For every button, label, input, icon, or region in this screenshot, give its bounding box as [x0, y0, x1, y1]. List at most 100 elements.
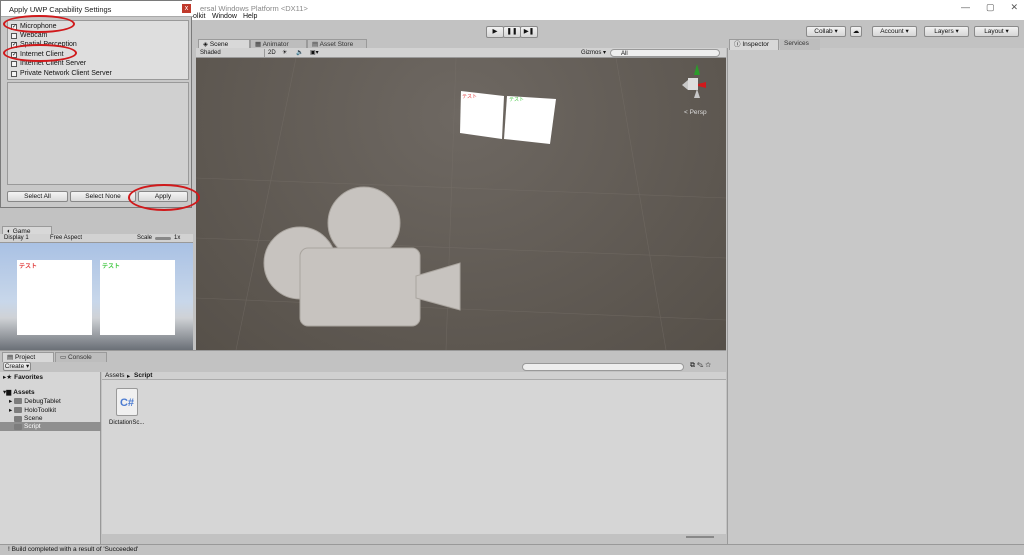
tree-assets[interactable]: ▾▆ Assets: [3, 388, 35, 397]
tree-folder-script[interactable]: Script: [14, 423, 41, 430]
inspector-panel: [727, 48, 1024, 544]
window-title: ersal Windows Platform <DX11>: [200, 4, 308, 13]
game-card-label-green: テスト: [102, 264, 121, 270]
breadcrumb-separator-icon: ▸: [127, 373, 131, 380]
layers-label: Layers: [934, 28, 954, 35]
scale-label: Scale: [137, 235, 153, 241]
tree-folder-scene[interactable]: Scene: [14, 415, 42, 422]
star-icon: ▸★: [3, 374, 13, 381]
tab-console-label: Console: [67, 354, 92, 361]
dialog-log-area: [7, 82, 189, 185]
game-viewport[interactable]: テスト テスト: [0, 243, 193, 350]
tab-animator-label: Animator: [262, 41, 289, 48]
display-dropdown[interactable]: Display 1: [4, 235, 29, 241]
menu-help[interactable]: Help: [243, 13, 257, 20]
collab-button[interactable]: Collab ▾: [806, 26, 846, 37]
status-message[interactable]: Build completed with a result of 'Succee…: [12, 546, 139, 553]
scene-text-panel-right[interactable]: [504, 96, 556, 144]
maximize-icon[interactable]: ▢: [986, 2, 995, 13]
capability-label: Webcam: [20, 32, 48, 39]
camera-gizmo-icon[interactable]: [263, 186, 461, 327]
orientation-gizmo-icon[interactable]: [682, 64, 706, 98]
scale-slider[interactable]: [155, 237, 171, 240]
project-search-input[interactable]: [522, 363, 684, 371]
capability-private-network[interactable]: Private Network Client Server: [11, 69, 112, 78]
audio-icon[interactable]: 🔈: [296, 49, 303, 57]
layout-dropdown[interactable]: Layout ▾: [974, 26, 1019, 37]
minimize-icon[interactable]: —: [961, 2, 970, 13]
project-tabbar: [0, 350, 726, 362]
gizmos-dropdown[interactable]: Gizmos ▾: [581, 49, 606, 57]
tab-scene-label: Scene: [209, 41, 229, 48]
effects-icon[interactable]: ▣▾: [310, 49, 319, 57]
game-card-left: テスト: [17, 260, 92, 335]
scene-search-input[interactable]: All: [610, 49, 720, 57]
folder-label: HoloToolkit: [24, 406, 57, 414]
breadcrumb-root[interactable]: Assets: [105, 372, 125, 379]
layout-label: Layout: [984, 28, 1004, 35]
checkbox-icon[interactable]: [11, 70, 17, 77]
project-file-area: C# DictationSc...: [102, 380, 726, 538]
scale-value: 1x: [174, 235, 181, 241]
tab-services[interactable]: Services: [780, 39, 820, 50]
tab-project-label: Project: [14, 354, 36, 361]
tree-folder-debugtablet[interactable]: ▸ DebugTablet: [9, 397, 61, 406]
account-dropdown[interactable]: Account ▾: [872, 26, 917, 37]
folder-icon: [14, 423, 22, 430]
lighting-icon[interactable]: ☀: [282, 49, 287, 57]
breadcrumb: Assets ▸ Script: [102, 372, 726, 380]
close-icon[interactable]: ✕: [1010, 2, 1018, 13]
filter-icons[interactable]: ⧉ ✎ ☆: [690, 362, 711, 370]
create-dropdown[interactable]: Create ▾: [3, 362, 31, 371]
annotation-ring-microphone: [3, 15, 75, 33]
scene-graphics: [196, 58, 726, 350]
folder-icon: [14, 407, 23, 413]
game-card-right: テスト: [100, 260, 175, 335]
step-button[interactable]: ▶❚: [520, 26, 538, 38]
folder-icon: [14, 398, 23, 404]
select-none-button[interactable]: Select None: [70, 191, 136, 202]
file-name[interactable]: DictationSc...: [109, 420, 144, 426]
folder-icon: [14, 415, 22, 422]
2d-toggle[interactable]: 2D: [264, 49, 278, 57]
annotation-ring-internet-client: [3, 44, 77, 62]
scene-panel-label-red: テスト: [462, 94, 478, 100]
menu-window[interactable]: Window: [212, 13, 237, 20]
tab-asset-store-label: Asset Store: [319, 41, 354, 48]
favorites-label: Favorites: [14, 373, 43, 381]
project-tree: ▸★ Favorites ▾▆ Assets ▸ DebugTablet ▸ HoloT…: [0, 372, 101, 544]
shading-dropdown[interactable]: Shaded: [200, 49, 260, 57]
game-toolbar: Display 1 Free Aspect Scale 1x: [0, 234, 193, 243]
scene-viewport[interactable]: テスト テスト < Persp: [196, 58, 726, 350]
tree-favorites[interactable]: ▸★ Favorites: [3, 373, 43, 382]
dialog-close-icon[interactable]: x: [182, 4, 191, 13]
annotation-ring-apply: [128, 184, 200, 211]
aspect-dropdown[interactable]: Free Aspect: [50, 235, 82, 241]
layers-dropdown[interactable]: Layers ▾: [924, 26, 969, 37]
icon-size-slider[interactable]: [686, 536, 714, 538]
window-controls: — ▢ ✕: [961, 2, 1018, 13]
pause-button[interactable]: ❚❚: [503, 26, 521, 38]
folder-label: Script: [24, 423, 41, 430]
cloud-icon[interactable]: ☁: [850, 26, 862, 37]
scene-panel-label-green: テスト: [509, 97, 525, 103]
checkbox-icon[interactable]: [11, 60, 17, 67]
persp-label[interactable]: < Persp: [684, 109, 707, 116]
status-info-icon: !: [8, 546, 10, 553]
scene-toolbar: Shaded 2D ☀ 🔈 ▣▾ Gizmos ▾ All: [196, 48, 726, 58]
folder-open-icon: ▾▆: [3, 389, 12, 396]
capability-label: Private Network Client Server: [20, 70, 112, 77]
csharp-file-icon[interactable]: C#: [116, 388, 138, 416]
tree-folder-holotoolkit[interactable]: ▸ HoloToolkit: [9, 406, 57, 415]
assets-label: Assets: [13, 388, 35, 396]
checkbox-icon[interactable]: [11, 32, 17, 39]
game-card-label-red: テスト: [19, 264, 38, 270]
menu-holotoolkit[interactable]: olkit: [193, 13, 205, 20]
tab-inspector-label: Inspector: [742, 41, 770, 48]
tab-inspector[interactable]: ⓘ Inspector: [729, 39, 779, 50]
folder-label: DebugTablet: [24, 397, 61, 405]
folder-label: Scene: [24, 415, 43, 422]
breadcrumb-current[interactable]: Script: [134, 372, 152, 379]
select-all-button[interactable]: Select All: [7, 191, 68, 202]
play-button[interactable]: ▶: [486, 26, 504, 38]
